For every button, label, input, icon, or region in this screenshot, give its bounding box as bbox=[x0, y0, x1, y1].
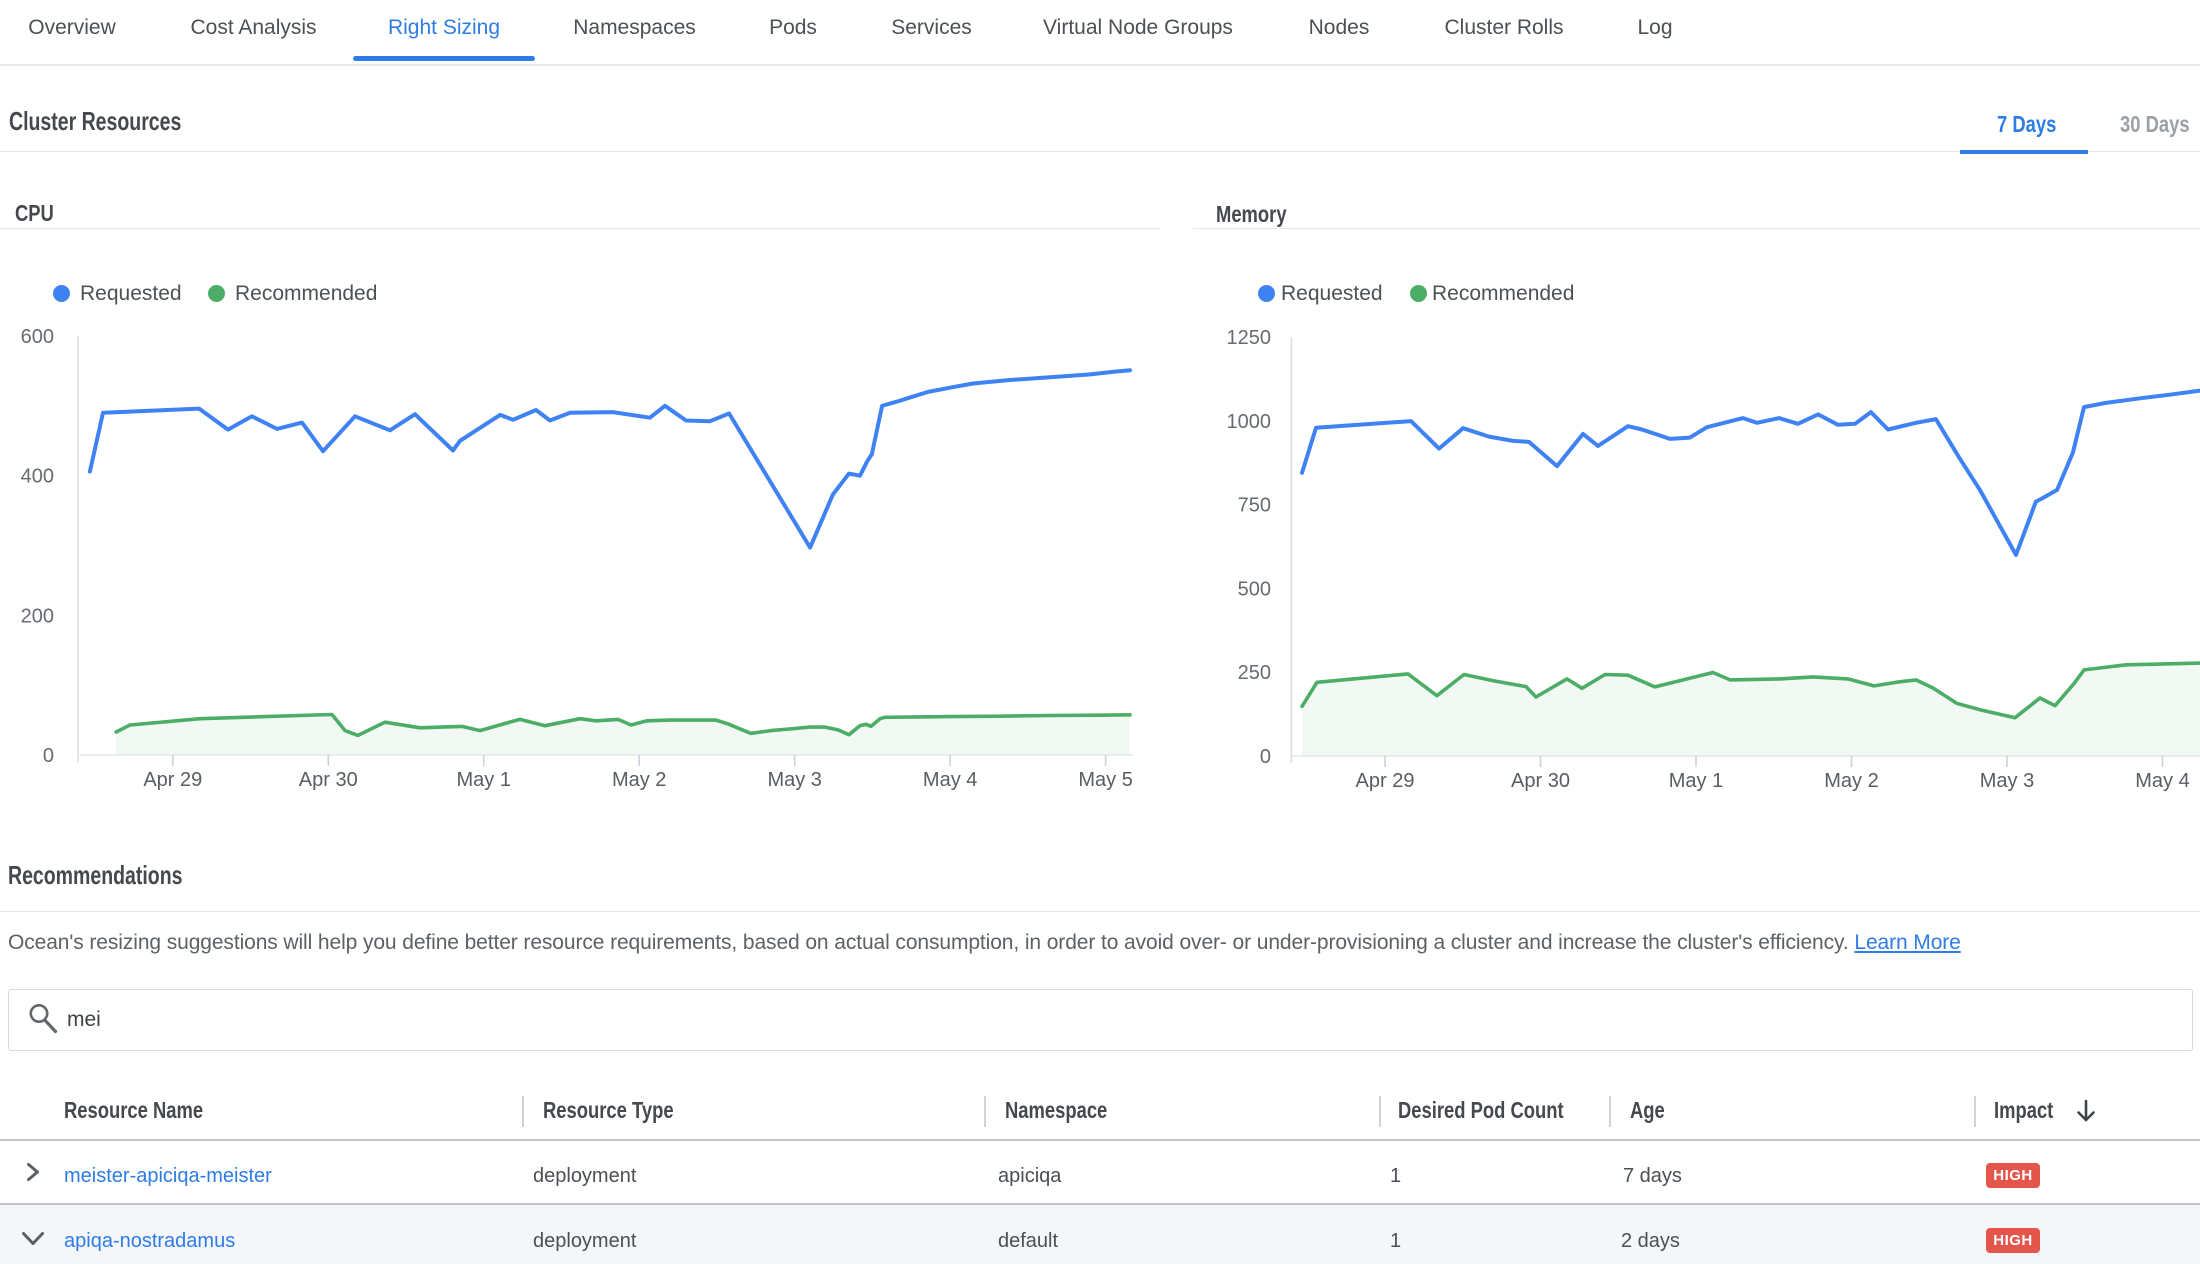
age-cell: 2 days bbox=[1621, 1228, 1680, 1254]
y-axis-label: 1000 bbox=[1227, 411, 1272, 433]
y-axis-label: 250 bbox=[1238, 662, 1271, 684]
search-input[interactable] bbox=[8, 989, 2193, 1051]
y-axis-label: 750 bbox=[1238, 495, 1271, 517]
table-row[interactable] bbox=[0, 1141, 2200, 1206]
recommended-area-fill bbox=[1302, 663, 2200, 756]
y-axis-label: 1250 bbox=[1227, 327, 1272, 349]
tab-nodes[interactable]: Nodes bbox=[1272, 0, 1406, 56]
x-axis-label: Apr 30 bbox=[1511, 770, 1570, 792]
search-icon bbox=[22, 998, 62, 1038]
header-divider bbox=[0, 151, 2200, 152]
y-axis-label: 0 bbox=[43, 745, 54, 767]
column-separator bbox=[1379, 1096, 1381, 1127]
x-axis-label: Apr 30 bbox=[299, 769, 358, 791]
column-header-age[interactable]: Age bbox=[1630, 1097, 1665, 1123]
column-separator bbox=[522, 1096, 524, 1127]
y-axis-label: 500 bbox=[1238, 578, 1271, 600]
cpu-chart: 600 400 200 0 Apr 29 Apr 30 May 1 May 2 May 3 May… bbox=[0, 300, 1160, 800]
x-axis-label: May 3 bbox=[1980, 770, 2034, 792]
age-cell: 7 days bbox=[1623, 1163, 1682, 1189]
resource-name-link[interactable]: apiqa-nostradamus bbox=[64, 1228, 235, 1254]
tab-bar: Overview Cost Analysis Right Sizing Name… bbox=[0, 0, 2200, 66]
desired-pod-count-cell: 1 bbox=[1390, 1163, 1401, 1189]
tab-right-sizing[interactable]: Right Sizing bbox=[353, 0, 535, 56]
x-axis-label: Apr 29 bbox=[1356, 770, 1415, 792]
x-axis-label: May 1 bbox=[1669, 770, 1723, 792]
resource-type-cell: deployment bbox=[533, 1228, 636, 1254]
x-axis-label: May 2 bbox=[1824, 770, 1878, 792]
x-axis-label: May 4 bbox=[923, 769, 977, 791]
y-axis-label: 200 bbox=[21, 605, 54, 627]
recommendations-divider bbox=[0, 911, 2200, 912]
namespace-cell: default bbox=[998, 1228, 1058, 1254]
tab-cost-analysis[interactable]: Cost Analysis bbox=[156, 0, 351, 56]
table-row-expanded[interactable] bbox=[0, 1205, 2200, 1264]
requested-line bbox=[90, 370, 1130, 547]
learn-more-link[interactable]: Learn More bbox=[1854, 931, 1960, 954]
chevron-down-stroke bbox=[24, 1234, 43, 1244]
x-axis-label: May 5 bbox=[1078, 769, 1132, 791]
search-icon-handle bbox=[45, 1021, 55, 1032]
tab-pods[interactable]: Pods bbox=[733, 0, 853, 56]
memory-title-divider bbox=[1193, 228, 2200, 229]
impact-badge-high: HIGH bbox=[1986, 1163, 2040, 1188]
column-header-desired-pod-count[interactable]: Desired Pod Count bbox=[1398, 1097, 1564, 1123]
y-axis-label: 0 bbox=[1260, 746, 1271, 768]
column-header-resource-type[interactable]: Resource Type bbox=[543, 1097, 674, 1123]
desired-pod-count-cell: 1 bbox=[1390, 1228, 1401, 1254]
cpu-chart-title: CPU bbox=[15, 200, 54, 226]
tab-overview[interactable]: Overview bbox=[0, 0, 170, 56]
x-axis-label: May 3 bbox=[767, 769, 821, 791]
range-active-underline bbox=[1960, 150, 2088, 154]
tab-cluster-rolls[interactable]: Cluster Rolls bbox=[1408, 0, 1600, 56]
chevron-down-icon[interactable] bbox=[21, 1231, 45, 1251]
memory-chart: 1250 1000 750 500 250 0 Apr 29 Apr 30 May 1 May 2… bbox=[1190, 300, 2200, 800]
active-tab-underline bbox=[353, 56, 535, 61]
memory-chart-title: Memory bbox=[1216, 201, 1287, 227]
namespace-cell: apiciqa bbox=[998, 1163, 1061, 1189]
recommendations-description-text: Ocean's resizing suggestions will help y… bbox=[8, 931, 1849, 954]
cluster-resources-title: Cluster Resources bbox=[9, 108, 181, 134]
tab-namespaces[interactable]: Namespaces bbox=[538, 0, 731, 56]
chevron-right-stroke bbox=[29, 1165, 38, 1180]
y-axis-label: 400 bbox=[21, 466, 54, 488]
column-separator bbox=[1609, 1096, 1611, 1127]
tab-virtual-node-groups[interactable]: Virtual Node Groups bbox=[1006, 0, 1270, 56]
column-separator bbox=[1974, 1096, 1976, 1127]
x-axis-label: Apr 29 bbox=[143, 769, 202, 791]
tab-services[interactable]: Services bbox=[856, 0, 1007, 56]
column-header-resource-name[interactable]: Resource Name bbox=[64, 1097, 203, 1123]
range-toggle-7-days[interactable]: 7 Days bbox=[1997, 111, 2056, 137]
resource-name-link[interactable]: meister-apiciqa-meister bbox=[64, 1163, 272, 1189]
recommendations-title: Recommendations bbox=[8, 862, 182, 888]
x-axis-label: May 1 bbox=[457, 769, 511, 791]
cpu-title-divider bbox=[0, 228, 1160, 229]
requested-line bbox=[1302, 391, 2200, 555]
resource-type-cell: deployment bbox=[533, 1163, 636, 1189]
recommendations-description: Ocean's resizing suggestions will help y… bbox=[8, 931, 1961, 955]
x-axis-label: May 2 bbox=[612, 769, 666, 791]
range-toggle-30-days[interactable]: 30 Days bbox=[2120, 111, 2190, 137]
column-separator bbox=[984, 1096, 986, 1127]
impact-badge-high: HIGH bbox=[1986, 1228, 2040, 1253]
column-header-namespace[interactable]: Namespace bbox=[1005, 1097, 1107, 1123]
y-axis-label: 600 bbox=[21, 326, 54, 348]
x-axis-label: May 4 bbox=[2135, 770, 2189, 792]
column-header-impact[interactable]: Impact bbox=[1994, 1097, 2053, 1123]
chevron-right-icon[interactable] bbox=[25, 1162, 45, 1182]
tab-log[interactable]: Log bbox=[1600, 0, 1710, 56]
sort-descending-icon[interactable] bbox=[2072, 1097, 2102, 1127]
